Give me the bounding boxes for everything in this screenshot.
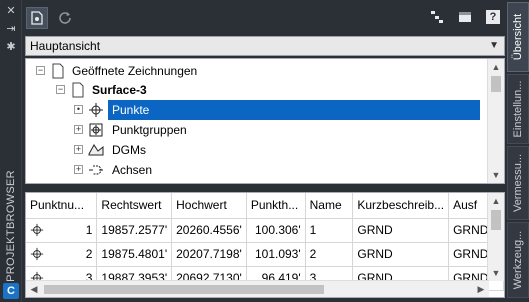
layout-icon[interactable] [454, 7, 476, 29]
view-select-value: Hauptansicht [30, 39, 101, 53]
tree-view-icon[interactable] [426, 7, 448, 29]
collapse-icon[interactable]: − [36, 66, 45, 75]
point-groups-icon [89, 123, 103, 137]
table-row[interactable]: 2 19875.4801' 20207.7198' 101.093' 2 GRN… [26, 242, 504, 267]
table-row[interactable]: 1 19857.2577' 20260.4556' 100.306' 1 GRN… [26, 218, 504, 243]
tab-vermessung[interactable]: Vermessu... [507, 146, 529, 220]
column-header[interactable]: Rechtswert [96, 193, 173, 219]
point-icon [30, 223, 44, 236]
scroll-down-icon[interactable]: ▼ [488, 265, 504, 281]
scroll-left-icon[interactable]: ◀ [26, 281, 42, 297]
table-vertical-scrollbar[interactable]: ▲ ▼ [487, 193, 504, 281]
point-expander-icon[interactable]: • [74, 105, 83, 114]
column-header[interactable]: Name [305, 193, 354, 219]
app-icon: C [3, 283, 19, 299]
cell-point-number: 2 [85, 247, 93, 261]
expand-icon[interactable]: + [74, 125, 83, 134]
table-header-row: Punktnu... Rechtswert Hochwert Punkth...… [26, 193, 504, 219]
alignments-icon [89, 165, 103, 175]
column-header[interactable]: Punktnu... [26, 193, 98, 219]
tree-item-label: Geöffnete Zeichnungen [72, 64, 198, 78]
palette-title: PROJEKTBROWSER [5, 170, 17, 282]
drawings-icon [52, 63, 64, 79]
column-header[interactable]: Punkth... [246, 193, 306, 219]
toolbar: ? [22, 0, 507, 34]
cell-point-number: 1 [85, 223, 93, 237]
view-select[interactable]: Hauptansicht ▼ [25, 36, 505, 56]
surfaces-icon [88, 144, 104, 156]
new-drawing-icon[interactable] [26, 7, 48, 29]
close-icon[interactable]: ✕ [4, 4, 18, 18]
tab-werkzeugkasten[interactable]: Werkzeug... [507, 222, 529, 298]
tree-item-label: DGMs [112, 143, 146, 157]
scroll-down-icon[interactable]: ▼ [488, 167, 504, 183]
refresh-icon[interactable] [54, 7, 76, 29]
palette-side-bar: ✕ ⇥ ✱ PROJEKTBROWSER C [0, 0, 22, 302]
points-icon [89, 103, 103, 117]
pin-icon[interactable]: ⇥ [4, 22, 18, 36]
cell-raw-description: GRND [352, 218, 450, 243]
help-icon[interactable]: ? [482, 7, 504, 29]
cell-name: 2 [305, 242, 354, 267]
tree-item-label: Punktgruppen [112, 123, 187, 137]
tree-item-label: Achsen [112, 163, 153, 177]
drawing-icon [72, 82, 84, 98]
scroll-up-icon[interactable]: ▲ [488, 193, 504, 209]
collapse-icon[interactable]: − [56, 85, 65, 94]
scroll-thumb[interactable] [491, 76, 501, 92]
expand-icon[interactable]: + [74, 165, 83, 174]
tab-uebersicht[interactable]: Übersicht [507, 2, 529, 72]
cell-easting: 19857.2577' [96, 218, 173, 243]
cell-elevation: 100.306' [246, 218, 306, 243]
point-icon [30, 247, 44, 260]
column-header[interactable]: Hochwert [171, 193, 247, 219]
tree-scrollbar[interactable]: ▲ ▼ [487, 59, 504, 183]
cell-northing: 20260.4556' [171, 218, 247, 243]
tree-item-label: Punkte [108, 100, 480, 120]
expand-icon[interactable]: + [74, 145, 83, 154]
cell-elevation: 101.093' [246, 242, 306, 267]
scroll-right-icon[interactable]: ▶ [473, 281, 489, 297]
chevron-down-icon[interactable]: ▼ [489, 37, 499, 55]
tree-item-label: Surface-3 [92, 83, 147, 97]
cell-northing: 20207.7198' [171, 242, 247, 267]
scroll-up-icon[interactable]: ▲ [488, 59, 504, 75]
settings-icon[interactable]: ✱ [4, 40, 18, 54]
tab-einstellungen[interactable]: Einstellun... [507, 74, 529, 144]
palette-tabs: Übersicht Einstellun... Vermessu... Werk… [507, 0, 529, 302]
prospector-panel: ? Hauptansicht ▼ − Geöffnete Zeichnungen… [22, 0, 507, 302]
table-horizontal-scrollbar[interactable]: ◀ ▶ [26, 280, 489, 297]
prospector-tree: − Geöffnete Zeichnungen − Surface-3 • Pu… [25, 58, 505, 184]
cell-name: 1 [305, 218, 354, 243]
scroll-thumb[interactable] [44, 285, 324, 294]
cell-raw-description: GRND [352, 242, 450, 267]
column-header[interactable]: Kurzbeschreib... [352, 193, 450, 219]
scroll-thumb[interactable] [491, 210, 501, 230]
points-table: Punktnu... Rechtswert Hochwert Punkth...… [25, 192, 505, 298]
cell-easting: 19875.4801' [96, 242, 173, 267]
